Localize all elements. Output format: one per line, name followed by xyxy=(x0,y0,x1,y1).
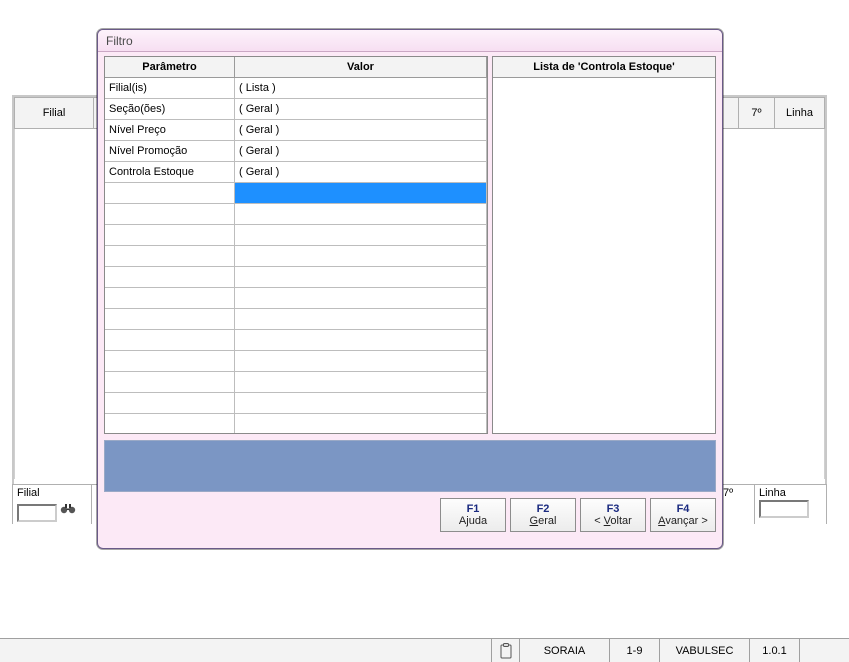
fkey-f4-button[interactable]: F4Avançar > xyxy=(650,498,716,532)
lista-panel: Lista de 'Controla Estoque' xyxy=(492,56,716,434)
param-cell[interactable] xyxy=(105,246,235,267)
param-cell[interactable] xyxy=(105,372,235,393)
filter-filial: Filial xyxy=(12,484,92,524)
param-cell[interactable] xyxy=(105,393,235,414)
param-cell[interactable]: Nível Preço xyxy=(105,120,235,141)
lista-header: Lista de 'Controla Estoque' xyxy=(493,57,715,78)
param-table: Parâmetro Valor Filial(is)( Lista )Seção… xyxy=(104,56,488,434)
param-cell[interactable] xyxy=(105,414,235,433)
valor-cell[interactable] xyxy=(235,267,487,288)
status-spacer xyxy=(0,639,491,662)
table-row[interactable]: Filial(is)( Lista ) xyxy=(105,78,487,99)
fkey-key: F4 xyxy=(677,503,690,515)
param-cell[interactable] xyxy=(105,351,235,372)
valor-cell[interactable] xyxy=(235,351,487,372)
param-table-rows: Filial(is)( Lista )Seção(ões)( Geral )Ní… xyxy=(105,78,487,433)
valor-cell[interactable] xyxy=(235,288,487,309)
table-row[interactable]: Nível Preço( Geral ) xyxy=(105,120,487,141)
fkey-label: Geral xyxy=(530,515,557,527)
filter-linha-label: Linha xyxy=(759,487,822,499)
table-row[interactable] xyxy=(105,288,487,309)
status-module: VABULSEC xyxy=(659,639,749,662)
fkey-f3-button[interactable]: F3< Voltar xyxy=(580,498,646,532)
param-cell[interactable]: Nível Promoção xyxy=(105,141,235,162)
param-cell[interactable]: Seção(ões) xyxy=(105,99,235,120)
filter-linha: Linha xyxy=(755,484,827,524)
param-cell[interactable] xyxy=(105,288,235,309)
valor-cell[interactable] xyxy=(235,309,487,330)
valor-cell[interactable] xyxy=(235,204,487,225)
table-row[interactable] xyxy=(105,246,487,267)
param-cell[interactable] xyxy=(105,204,235,225)
fkey-f1-button[interactable]: F1Ajuda xyxy=(440,498,506,532)
info-bar xyxy=(104,440,716,492)
valor-cell[interactable] xyxy=(235,393,487,414)
param-cell[interactable] xyxy=(105,225,235,246)
lista-body[interactable] xyxy=(493,78,715,433)
table-row[interactable] xyxy=(105,372,487,393)
status-empty xyxy=(799,639,849,662)
filter-seventh: 7º xyxy=(719,484,755,524)
fkey-f2-button[interactable]: F2Geral xyxy=(510,498,576,532)
status-version: 1.0.1 xyxy=(749,639,799,662)
status-user: SORAIA xyxy=(519,639,609,662)
table-row[interactable] xyxy=(105,183,487,204)
table-row[interactable] xyxy=(105,330,487,351)
col-linha[interactable]: Linha xyxy=(775,97,825,129)
table-row[interactable] xyxy=(105,393,487,414)
table-row[interactable] xyxy=(105,351,487,372)
param-cell[interactable] xyxy=(105,309,235,330)
clipboard-icon[interactable] xyxy=(491,639,519,662)
valor-cell[interactable] xyxy=(235,225,487,246)
dialog-body: Parâmetro Valor Filial(is)( Lista )Seção… xyxy=(98,52,722,548)
fkey-key: F1 xyxy=(467,503,480,515)
dialog-title: Filtro xyxy=(98,30,722,52)
table-row[interactable]: Nível Promoção( Geral ) xyxy=(105,141,487,162)
fkey-label: < Voltar xyxy=(594,515,632,527)
valor-cell[interactable]: ( Geral ) xyxy=(235,162,487,183)
table-row[interactable] xyxy=(105,204,487,225)
header-parametro[interactable]: Parâmetro xyxy=(105,57,235,78)
table-row[interactable] xyxy=(105,414,487,433)
param-cell[interactable] xyxy=(105,183,235,204)
fkey-key: F3 xyxy=(607,503,620,515)
fkey-key: F2 xyxy=(537,503,550,515)
param-table-header: Parâmetro Valor xyxy=(105,57,487,78)
filter-seventh-label: 7º xyxy=(723,487,750,499)
header-valor[interactable]: Valor xyxy=(235,57,487,78)
filtro-dialog: Filtro Parâmetro Valor Filial(is)( Lista… xyxy=(97,29,723,549)
valor-cell[interactable] xyxy=(235,183,487,204)
param-cell[interactable]: Controla Estoque xyxy=(105,162,235,183)
valor-cell[interactable]: ( Geral ) xyxy=(235,141,487,162)
valor-cell[interactable] xyxy=(235,246,487,267)
param-cell[interactable]: Filial(is) xyxy=(105,78,235,99)
status-range: 1-9 xyxy=(609,639,659,662)
fkey-row: F1AjudaF2GeralF3< VoltarF4Avançar > xyxy=(104,498,716,532)
table-row[interactable] xyxy=(105,309,487,330)
valor-cell[interactable]: ( Lista ) xyxy=(235,78,487,99)
fkey-label: Avançar > xyxy=(658,515,708,527)
table-row[interactable] xyxy=(105,225,487,246)
param-cell[interactable] xyxy=(105,330,235,351)
table-row[interactable] xyxy=(105,267,487,288)
fkey-label: Ajuda xyxy=(459,515,487,527)
valor-cell[interactable] xyxy=(235,330,487,351)
filter-filial-input[interactable] xyxy=(17,504,57,522)
valor-cell[interactable]: ( Geral ) xyxy=(235,120,487,141)
valor-cell[interactable] xyxy=(235,414,487,433)
filter-filial-label: Filial xyxy=(17,487,87,499)
valor-cell[interactable] xyxy=(235,372,487,393)
table-row[interactable]: Seção(ões)( Geral ) xyxy=(105,99,487,120)
filter-linha-input[interactable] xyxy=(759,500,809,518)
valor-cell[interactable]: ( Geral ) xyxy=(235,99,487,120)
param-cell[interactable] xyxy=(105,267,235,288)
tables-row: Parâmetro Valor Filial(is)( Lista )Seção… xyxy=(104,56,716,434)
col-filial[interactable]: Filial xyxy=(14,97,94,129)
status-bar: SORAIA 1-9 VABULSEC 1.0.1 xyxy=(0,638,849,662)
binoculars-icon[interactable] xyxy=(60,500,76,516)
col-seventh[interactable]: 7º xyxy=(739,97,775,129)
table-row[interactable]: Controla Estoque( Geral ) xyxy=(105,162,487,183)
